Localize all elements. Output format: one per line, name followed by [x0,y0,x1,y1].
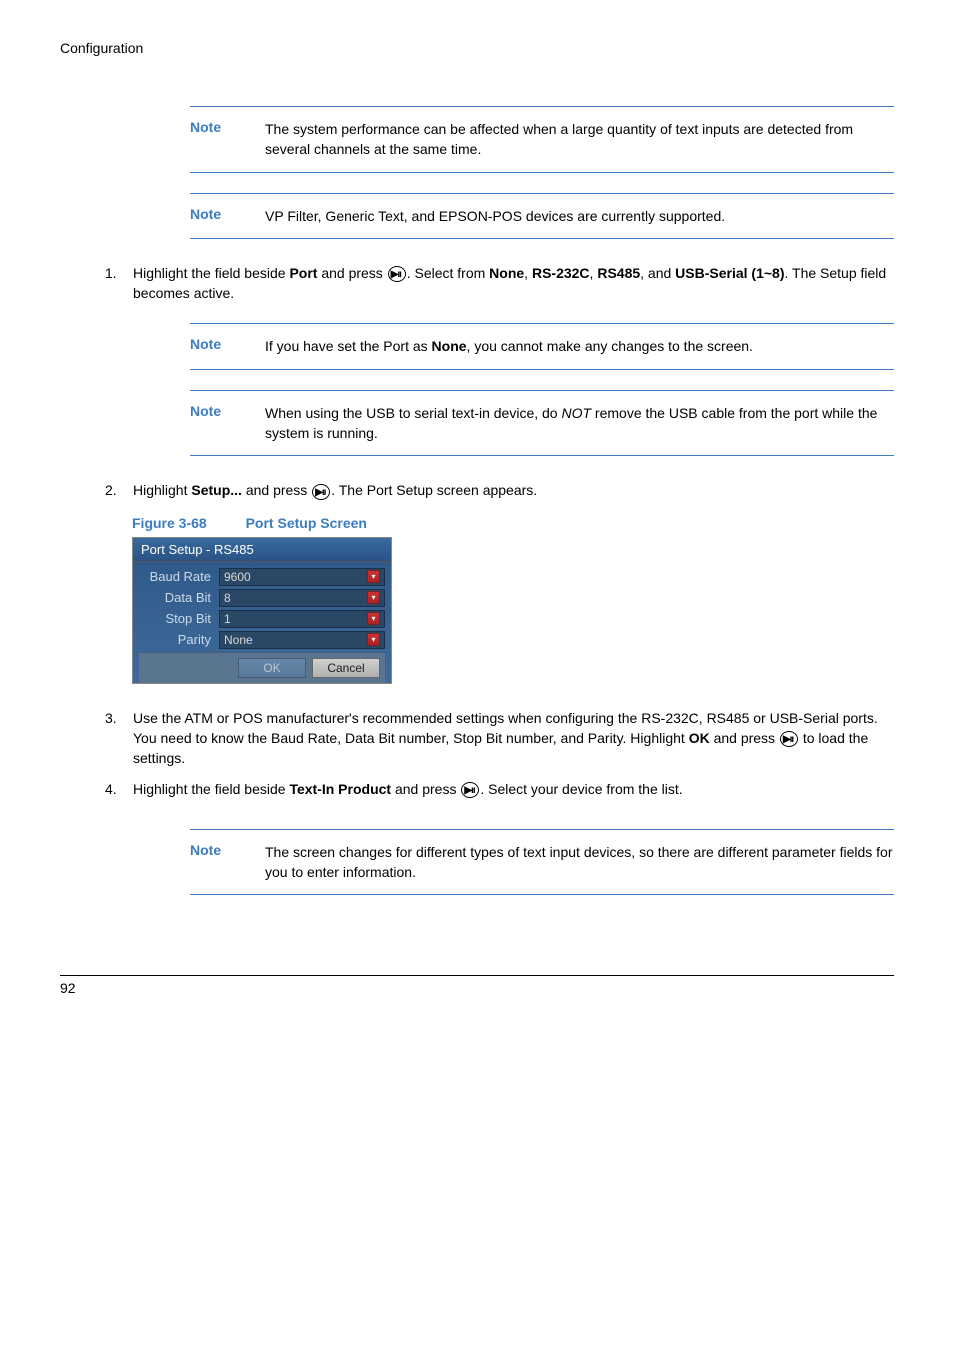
note-block-5: Note The screen changes for different ty… [190,829,894,896]
chevron-down-icon: ▾ [367,612,380,625]
dialog-body: Baud Rate 9600 ▾ Data Bit 8 ▾ Stop Bit 1… [133,562,391,683]
chevron-down-icon: ▾ [367,570,380,583]
note-label: Note [190,119,235,160]
step-text: Highlight the field beside Port and pres… [133,263,894,304]
play-pause-icon: ▶ıı [388,266,406,282]
baud-rate-label: Baud Rate [139,569,219,584]
page-header: Configuration [60,40,894,56]
data-bit-label: Data Bit [139,590,219,605]
stop-bit-select[interactable]: 1 ▾ [219,610,385,628]
play-pause-icon: ▶ıı [780,731,798,747]
note-label: Note [190,842,235,883]
page-footer: 92 [60,975,894,996]
step-text: Highlight Setup... and press ▶ıı. The Po… [133,480,894,500]
port-setup-dialog: Port Setup - RS485 Baud Rate 9600 ▾ Data… [132,537,392,684]
data-bit-value: 8 [224,591,231,605]
figure-title: Port Setup Screen [246,515,367,531]
stop-bit-label: Stop Bit [139,611,219,626]
step-2: 2. Highlight Setup... and press ▶ıı. The… [105,480,894,500]
note-text: VP Filter, Generic Text, and EPSON-POS d… [265,206,894,226]
parity-row: Parity None ▾ [139,631,385,649]
baud-rate-select[interactable]: 9600 ▾ [219,568,385,586]
note-block-3: Note If you have set the Port as None, y… [190,323,894,369]
note-label: Note [190,336,235,356]
note-block-1: Note The system performance can be affec… [190,106,894,173]
chevron-down-icon: ▾ [367,591,380,604]
note-text: The screen changes for different types o… [265,842,894,883]
stop-bit-value: 1 [224,612,231,626]
step-number: 4. [105,779,133,799]
ok-button[interactable]: OK [238,658,306,678]
note-text: When using the USB to serial text-in dev… [265,403,894,444]
step-number: 1. [105,263,133,304]
note-label: Note [190,403,235,444]
baud-rate-row: Baud Rate 9600 ▾ [139,568,385,586]
step-4: 4. Highlight the field beside Text-In Pr… [105,779,894,799]
parity-value: None [224,633,253,647]
step-text: Use the ATM or POS manufacturer's recomm… [133,708,894,769]
baud-rate-value: 9600 [224,570,251,584]
step-1: 1. Highlight the field beside Port and p… [105,263,894,304]
chevron-down-icon: ▾ [367,633,380,646]
figure-caption: Figure 3-68 Port Setup Screen [132,515,894,531]
note-text: The system performance can be affected w… [265,119,894,160]
dialog-button-row: OK Cancel [139,652,385,683]
play-pause-icon: ▶ıı [461,782,479,798]
data-bit-select[interactable]: 8 ▾ [219,589,385,607]
step-text: Highlight the field beside Text-In Produ… [133,779,894,799]
step-3: 3. Use the ATM or POS manufacturer's rec… [105,708,894,769]
page-number: 92 [60,980,76,996]
step-number: 3. [105,708,133,769]
note-block-2: Note VP Filter, Generic Text, and EPSON-… [190,193,894,239]
figure-number: Figure 3-68 [132,515,207,531]
stop-bit-row: Stop Bit 1 ▾ [139,610,385,628]
note-text: If you have set the Port as None, you ca… [265,336,894,356]
parity-select[interactable]: None ▾ [219,631,385,649]
parity-label: Parity [139,632,219,647]
data-bit-row: Data Bit 8 ▾ [139,589,385,607]
cancel-button[interactable]: Cancel [312,658,380,678]
note-block-4: Note When using the USB to serial text-i… [190,390,894,457]
note-label: Note [190,206,235,226]
step-number: 2. [105,480,133,500]
dialog-title-bar: Port Setup - RS485 [133,538,391,562]
play-pause-icon: ▶ıı [312,484,330,500]
